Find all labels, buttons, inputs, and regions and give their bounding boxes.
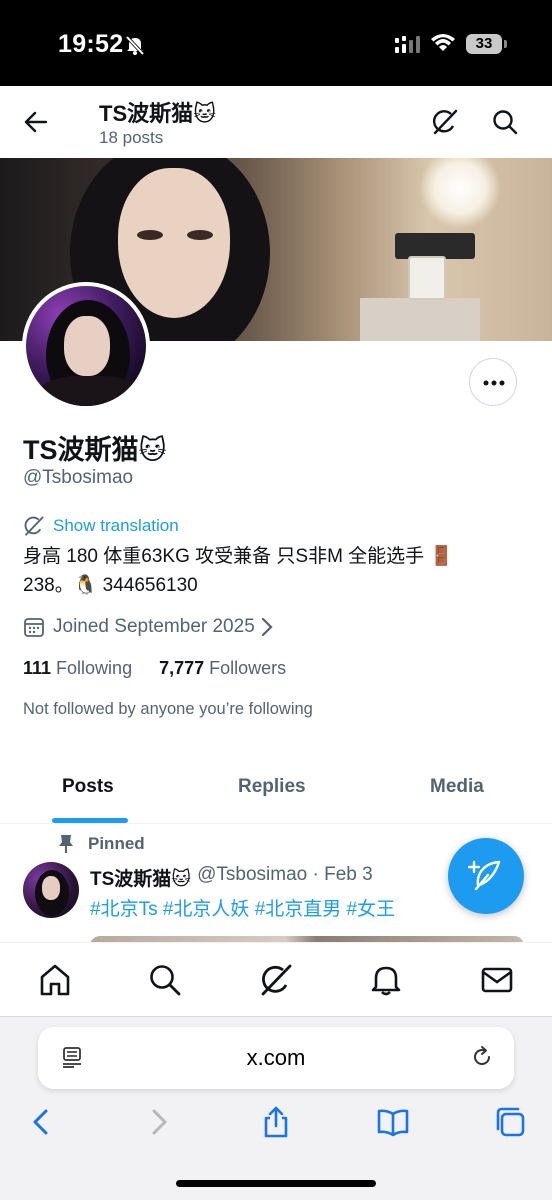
- joined-date-row[interactable]: Joined September 2025: [23, 614, 273, 640]
- not-followed-notice: Not followed by anyone you’re following: [23, 700, 313, 718]
- joined-date: Joined September 2025: [53, 616, 255, 637]
- profile-header: TS波斯猫🐱 18 posts: [0, 86, 552, 158]
- notifications-icon[interactable]: [369, 963, 403, 997]
- browser-toolbar: x.com: [0, 1016, 552, 1200]
- profile-bio: 身高 180 体重63KG 攻受兼备 只S非M 全能选手 🚪 238。🐧 344…: [23, 542, 503, 600]
- more-options-button[interactable]: [469, 358, 517, 406]
- profile-name: TS波斯猫🐱: [23, 435, 167, 465]
- address-bar[interactable]: x.com: [38, 1027, 514, 1089]
- bio-line-1: 身高 180 体重63KG 攻受兼备 只S非M 全能选手 🚪: [23, 546, 454, 567]
- search-icon[interactable]: [491, 108, 519, 136]
- share-icon[interactable]: [259, 1105, 293, 1139]
- post-author[interactable]: TS波斯猫🐱: [90, 864, 191, 891]
- cellular-signal-icon: [395, 36, 421, 59]
- browser-forward-icon[interactable]: [142, 1105, 176, 1139]
- show-translation-label: Show translation: [53, 516, 179, 535]
- chevron-right-icon: [261, 617, 273, 637]
- followers-count: 7,777: [159, 658, 205, 678]
- followers-label: Followers: [209, 658, 287, 678]
- post-avatar[interactable]: [23, 862, 79, 918]
- following-link[interactable]: 111 Following: [23, 658, 132, 679]
- silent-bell-icon: [124, 34, 146, 61]
- url-text: x.com: [246, 1045, 306, 1070]
- tabs-icon[interactable]: [493, 1105, 527, 1139]
- home-indicator: [176, 1180, 376, 1187]
- pinned-label: Pinned: [88, 834, 145, 853]
- pinned-label-row: Pinned: [58, 834, 145, 854]
- bottom-navigation: [0, 942, 552, 1016]
- post-header: TS波斯猫🐱 @Tsbosimao · Feb 3: [90, 864, 373, 891]
- following-count: 111: [23, 658, 52, 678]
- calendar-icon: [24, 618, 44, 637]
- more-dots-icon: [483, 380, 505, 386]
- bio-line-2: 238。🐧 344656130: [23, 575, 198, 596]
- active-tab-indicator: [52, 818, 128, 823]
- profile-tabs: Posts Replies Media: [0, 756, 552, 824]
- followers-link[interactable]: 7,777 Followers: [159, 658, 286, 679]
- tab-posts[interactable]: Posts: [62, 776, 114, 798]
- reload-icon[interactable]: [470, 1045, 494, 1069]
- grok-translate-icon: [24, 516, 44, 536]
- grok-icon[interactable]: [259, 963, 293, 997]
- show-translation-link[interactable]: Show translation: [23, 514, 179, 538]
- follow-stats: 111 Following 7,777 Followers: [23, 658, 313, 679]
- tab-replies[interactable]: Replies: [238, 776, 306, 798]
- status-bar: 19:52 33: [0, 0, 552, 86]
- header-name: TS波斯猫🐱: [99, 101, 217, 126]
- bookmarks-icon[interactable]: [376, 1105, 410, 1139]
- profile-handle: @Tsbosimao: [23, 467, 134, 488]
- back-arrow-icon[interactable]: [22, 108, 50, 136]
- header-post-count: 18 posts: [99, 128, 164, 147]
- compose-post-button[interactable]: [448, 838, 524, 914]
- post-meta: @Tsbosimao · Feb 3: [197, 864, 373, 885]
- grok-icon[interactable]: [431, 108, 459, 136]
- compose-feather-icon: [468, 860, 501, 891]
- post-hashtags[interactable]: #北京Ts #北京人妖 #北京直男 #女王: [90, 894, 395, 921]
- status-time: 19:52: [58, 30, 124, 58]
- search-icon[interactable]: [148, 963, 182, 997]
- profile-avatar[interactable]: [22, 282, 150, 410]
- following-label: Following: [56, 658, 133, 678]
- tab-media[interactable]: Media: [430, 776, 484, 798]
- battery-indicator: 33: [466, 34, 507, 54]
- home-icon[interactable]: [38, 963, 72, 997]
- messages-icon[interactable]: [480, 963, 514, 997]
- pin-icon: [59, 835, 73, 853]
- wifi-icon: [430, 33, 456, 58]
- browser-back-icon[interactable]: [24, 1105, 58, 1139]
